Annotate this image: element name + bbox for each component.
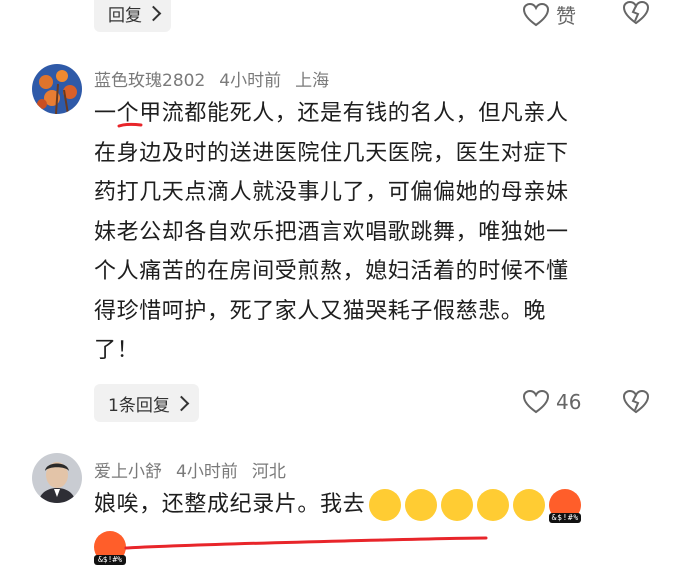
comment-body: 一个甲流都能死人，还是有钱的名人，但凡亲人 在身边及时的送进医院住几天医院，医生… [94,94,569,371]
comment-line: 一个甲流都能死人，还是有钱的名人，但凡亲人 [94,101,569,126]
comment-line: 娘唉，还整成纪录片。我去 &$!#% [94,485,582,525]
crying-emoji-icon [441,489,474,521]
red-underline-mark [117,122,143,128]
comment-line: 药打几天点滴人就没事儿了，可偏偏她的母亲妹 [94,180,569,205]
broken-heart-icon [622,0,650,25]
dislike-button[interactable] [622,389,650,415]
red-underline-mark [124,536,488,550]
location: 上海 [295,71,330,91]
comment-text: 娘唉，还整成纪录片。我去 [94,492,366,517]
comment-line-2: &$!#% [94,531,126,565]
vomiting-emoji-icon [477,489,510,521]
username[interactable]: 蓝色玫瑰2802 [94,71,205,91]
comment-body: 娘唉，还整成纪录片。我去 &$!#% [94,485,582,525]
timestamp: 4小时前 [219,71,282,91]
crying-emoji-icon [369,489,402,521]
reply-label: 回复 [108,5,142,26]
chevron-right-icon [145,5,162,21]
dislike-button[interactable] [622,0,650,26]
comment-meta: 蓝色玫瑰2802 4小时前 上海 [94,66,329,91]
comment-line: 个人痛苦的在房间受煎熬，媳妇活着的时候不懂 [94,259,569,284]
heart-icon [522,2,550,26]
comment-line: 妹老公却各自欢乐把酒言欢唱歌跳舞，唯独她一 [94,219,569,245]
heart-icon [522,389,550,414]
timestamp: 4小时前 [176,462,238,482]
location: 河北 [251,462,286,482]
cursing-emoji-icon: &$!#% [94,531,126,565]
comment-meta: 爱上小舒 4小时前 河北 [94,457,286,482]
chevron-right-icon [173,395,190,411]
comment-line: 了！ [94,338,140,363]
vomiting-emoji-icon [513,489,546,521]
cursing-emoji-icon: &$!#% [549,489,582,523]
avatar[interactable] [32,64,82,114]
like-label: 赞 [556,4,576,28]
comment-line: 得珍惜呵护，死了家人又猫哭耗子假慈悲。晚 [94,298,547,324]
like-button[interactable]: 46 [522,389,581,415]
crying-emoji-icon [405,489,438,521]
view-replies-button[interactable]: 1条回复 [94,384,199,422]
like-button[interactable]: 赞 [522,0,576,29]
like-count: 46 [556,390,582,414]
view-replies-label: 1条回复 [108,395,170,416]
avatar[interactable] [32,453,82,503]
broken-heart-icon [622,389,650,414]
username[interactable]: 爱上小舒 [94,462,162,482]
comment-line: 在身边及时的送进医院住几天医院，医生对症下 [94,140,569,166]
reply-button[interactable]: 回复 [94,0,171,32]
